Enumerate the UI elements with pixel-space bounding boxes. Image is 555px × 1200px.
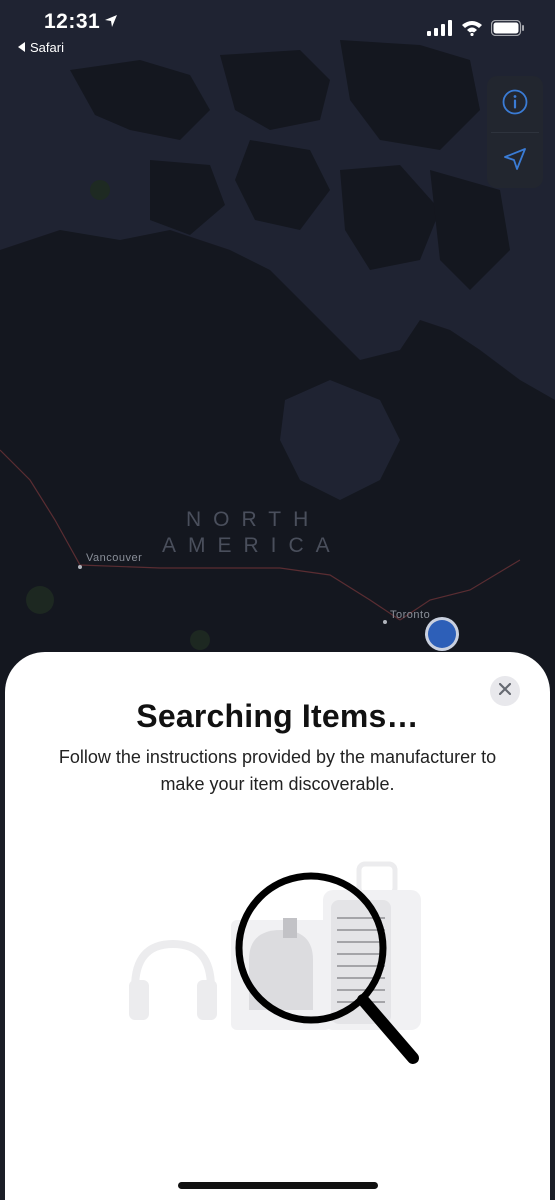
map-landmass [0, 0, 555, 700]
map-locate-button[interactable] [487, 133, 543, 188]
map-label-america: AMERICA [162, 534, 342, 557]
back-chevron-icon [18, 40, 26, 55]
home-indicator[interactable] [178, 1182, 378, 1189]
map-info-button[interactable] [487, 76, 543, 132]
headphones-icon [129, 939, 217, 1020]
status-indicators [427, 19, 525, 41]
location-arrow-icon [104, 14, 118, 33]
wifi-icon [461, 20, 483, 41]
back-to-safari[interactable]: Safari [18, 40, 64, 55]
status-time: 12:31 [44, 10, 101, 33]
battery-icon [490, 19, 525, 41]
back-app-label: Safari [30, 40, 64, 55]
info-icon [502, 89, 528, 120]
location-arrow-icon [503, 147, 527, 176]
sheet-title: Searching Items… [136, 698, 419, 734]
map-view[interactable]: NORTH AMERICA Vancouver Toronto [0, 0, 555, 700]
signal-icon [427, 20, 453, 41]
map-label-north: NORTH [186, 508, 321, 531]
user-location-dot[interactable] [428, 620, 456, 648]
sheet-subtitle: Follow the instructions provided by the … [58, 747, 497, 794]
status-bar: 12:31 Safari [0, 0, 555, 60]
city-dot-vancouver [78, 565, 82, 569]
city-label-vancouver: Vancouver [86, 552, 143, 564]
map-controls [487, 76, 543, 188]
city-dot-toronto [383, 620, 387, 624]
search-illustration [123, 860, 433, 1075]
city-label-toronto: Toronto [390, 609, 431, 621]
search-items-sheet: Searching Items… Follow the instructions… [5, 652, 550, 1200]
